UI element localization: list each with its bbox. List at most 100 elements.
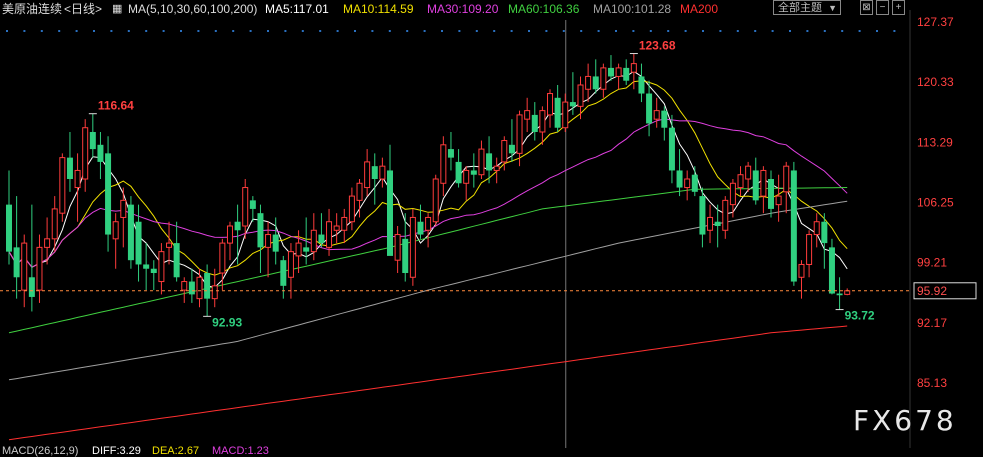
grid-dot	[406, 30, 409, 32]
candle-body	[707, 216, 714, 231]
grid-dot	[441, 30, 443, 32]
candle-body	[387, 170, 393, 256]
grid-dot	[667, 30, 670, 32]
macd-value-3: MACD:1.23	[212, 445, 269, 457]
candle-body	[562, 101, 569, 129]
candle-body	[699, 196, 706, 235]
grid-dot	[510, 30, 513, 32]
candle-body	[684, 178, 691, 189]
candle-body	[463, 169, 470, 184]
ma-params-label: MA(5,10,30,60,100,200)	[128, 2, 258, 16]
candle-body	[623, 67, 630, 81]
grid-dot	[40, 30, 43, 32]
candle-body	[653, 110, 660, 120]
candle-body	[600, 67, 607, 90]
grid-dot	[58, 30, 61, 32]
candle-body	[348, 195, 355, 223]
candle-body	[13, 247, 20, 278]
grid-dot	[75, 30, 78, 32]
macd-value-1: DIFF:3.29	[92, 445, 141, 457]
candle-body	[204, 273, 211, 299]
grid-dot	[423, 30, 426, 32]
candle-body	[470, 170, 477, 175]
candle-body	[798, 263, 805, 278]
grid-dot	[615, 30, 617, 32]
candle-body	[226, 225, 233, 244]
candle-body	[188, 281, 195, 295]
candle-body	[760, 169, 767, 197]
candle-body	[844, 290, 851, 295]
grid-dot	[110, 30, 113, 32]
candle-body	[158, 251, 165, 283]
moving-average-lines	[8, 70, 848, 441]
candle-body	[737, 174, 744, 189]
candle-body	[425, 216, 432, 231]
candle-body	[249, 200, 256, 209]
candle-body	[44, 238, 51, 248]
candle-body	[356, 182, 363, 201]
ma-line-ma200	[8, 325, 848, 441]
ma-value-3: MA60:106.36	[508, 2, 580, 16]
candle-body	[257, 213, 264, 248]
grid-dot	[545, 30, 548, 32]
candle-body	[813, 221, 820, 236]
candles	[6, 53, 851, 317]
candle-body	[409, 216, 416, 278]
grid-dot	[214, 30, 217, 32]
candle-body	[676, 170, 683, 188]
candle-body	[722, 199, 729, 231]
candle-body	[371, 166, 378, 179]
candle-body	[806, 234, 813, 265]
zoom-out-button[interactable]: −	[876, 0, 889, 15]
candle-body	[569, 102, 576, 107]
candle-body	[135, 221, 142, 265]
grid-dot	[388, 30, 391, 32]
candle-body	[36, 246, 43, 291]
candle-body	[646, 93, 653, 124]
high-annotation: 123.68	[639, 39, 676, 53]
candle-body	[28, 277, 35, 297]
grid-dot	[719, 30, 722, 32]
candle-body	[440, 144, 447, 184]
candle-body	[516, 114, 523, 154]
candle-body	[341, 216, 348, 231]
candle-body	[280, 260, 287, 286]
candlestick-chart: 116.6492.93123.6893.72 127.37120.33113.2…	[0, 10, 977, 448]
theme-select-label: 全部主题	[778, 2, 822, 14]
grid-dot	[319, 30, 322, 32]
candle-body	[166, 242, 173, 248]
zoom-in-button[interactable]: +	[892, 0, 905, 15]
low-annotation: 92.93	[212, 315, 242, 329]
grid-dot	[284, 30, 287, 32]
grid-dot	[23, 30, 26, 32]
grid-dot	[458, 30, 461, 32]
candle-body	[219, 242, 226, 274]
candle-body	[524, 110, 531, 120]
candle-body	[173, 243, 180, 278]
grid-dot	[127, 30, 130, 32]
candle-body	[745, 165, 752, 180]
close-indicator-button[interactable]: ⊠	[860, 0, 873, 15]
candle-body	[21, 242, 28, 291]
grid-dot	[771, 30, 774, 32]
low-annotation: 93.72	[845, 309, 875, 323]
candle-body	[661, 110, 668, 128]
candle-body	[539, 110, 546, 133]
theme-select[interactable]: 全部主题 ▼	[773, 0, 841, 15]
candle-body	[630, 63, 637, 73]
grid-dot	[632, 30, 635, 32]
candle-body	[265, 234, 272, 248]
candle-body	[577, 84, 584, 107]
grid-dot	[197, 30, 200, 32]
grid-dot	[806, 30, 809, 32]
candle-body	[181, 281, 188, 291]
candle-body	[508, 144, 515, 154]
candle-body	[51, 208, 58, 240]
last-price-label: 95.92	[917, 284, 947, 298]
grid-dot	[180, 30, 182, 32]
high-annotation: 116.64	[98, 99, 134, 113]
candle-body	[105, 153, 112, 235]
chevron-down-icon: ▼	[828, 3, 837, 13]
indicator-settings-icon[interactable]: ▦	[112, 0, 122, 18]
timeframe-label[interactable]: <日线>	[64, 0, 102, 18]
